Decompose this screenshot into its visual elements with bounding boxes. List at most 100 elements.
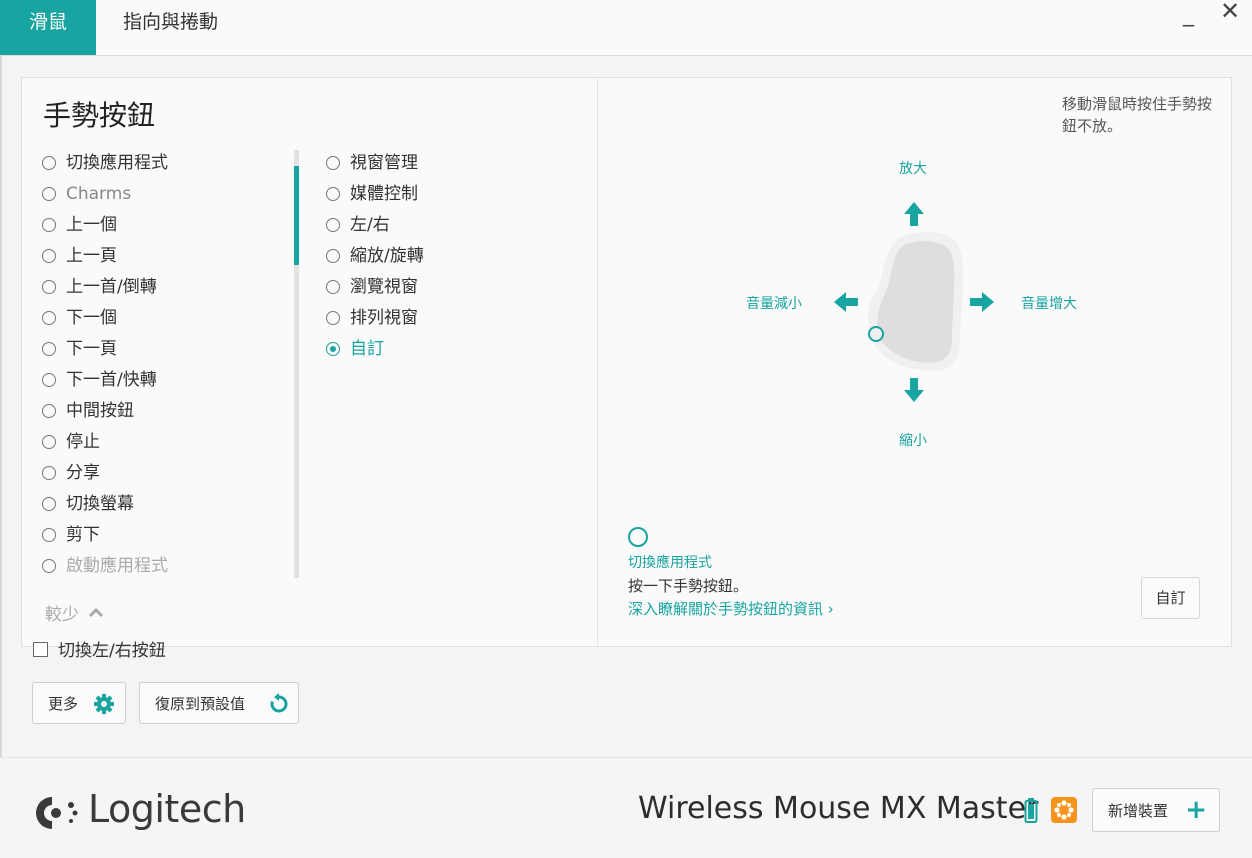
option-previous-page[interactable]: 上一頁: [42, 244, 117, 268]
option-label: 上一首/倒轉: [66, 277, 157, 297]
option-label: 左/右: [350, 215, 390, 235]
option-switch-apps[interactable]: 切換應用程式: [42, 151, 168, 175]
more-button[interactable]: 更多: [32, 682, 126, 724]
option-label: 剪下: [66, 525, 100, 545]
learn-more-link[interactable]: 深入瞭解關於手勢按鈕的資訊 ›: [628, 598, 834, 619]
left-option-list: 切換應用程式 Charms 上一個 上一頁 上一首/倒轉 下一個 下一頁 下一首…: [42, 150, 292, 576]
arrow-down-icon: [904, 378, 924, 402]
option-window-management[interactable]: 視窗管理: [326, 151, 418, 175]
brand-name: Logitech: [88, 787, 246, 831]
option-left-right[interactable]: 左/右: [326, 213, 390, 237]
arrow-up-icon: [904, 202, 924, 226]
radio-icon: [326, 187, 340, 201]
option-launch-app[interactable]: 啟動應用程式: [42, 554, 168, 576]
customize-button[interactable]: 自訂: [1141, 577, 1200, 619]
option-label: 切換螢幕: [66, 494, 134, 514]
more-label: 更多: [48, 695, 79, 713]
option-stop[interactable]: 停止: [42, 430, 100, 454]
option-previous-track[interactable]: 上一首/倒轉: [42, 275, 157, 299]
gesture-left-label: 音量減小: [746, 296, 802, 312]
option-middle-button[interactable]: 中間按鈕: [42, 399, 134, 423]
arrow-left-icon: [834, 292, 858, 312]
fewer-label: 較少: [45, 605, 79, 625]
option-next-page[interactable]: 下一頁: [42, 337, 117, 361]
option-label: 排列視窗: [350, 308, 418, 328]
gesture-down-label: 縮小: [899, 433, 927, 449]
radio-selected-icon: [326, 342, 340, 356]
radio-icon: [326, 280, 340, 294]
radio-icon: [326, 311, 340, 325]
option-label: 啟動應用程式: [66, 556, 168, 576]
option-cut[interactable]: 剪下: [42, 523, 100, 547]
option-charms[interactable]: Charms: [42, 182, 131, 206]
tab-pointing-scrolling[interactable]: 指向與捲動: [123, 0, 218, 55]
option-previous[interactable]: 上一個: [42, 213, 117, 237]
radio-icon: [42, 435, 56, 449]
option-label: 視窗管理: [350, 153, 418, 173]
gesture-right-label: 音量增大: [1021, 296, 1077, 312]
option-next[interactable]: 下一個: [42, 306, 117, 330]
gear-icon: [94, 694, 114, 714]
option-label: 瀏覽視窗: [350, 277, 418, 297]
option-label: 分享: [66, 463, 100, 483]
option-label: 中間按鈕: [66, 401, 134, 421]
radio-icon: [326, 156, 340, 170]
swap-buttons-label: 切換左/右按鈕: [58, 641, 166, 658]
option-custom[interactable]: 自訂: [326, 337, 384, 361]
radio-icon: [42, 528, 56, 542]
option-label: 縮放/旋轉: [350, 246, 424, 266]
option-arrange-windows[interactable]: 排列視窗: [326, 306, 418, 330]
radio-icon: [326, 218, 340, 232]
mouse-outline-icon: [868, 231, 964, 371]
radio-icon: [42, 280, 56, 294]
arrow-right-icon: [970, 292, 994, 312]
checkbox[interactable]: [33, 642, 48, 657]
option-browse-windows[interactable]: 瀏覽視窗: [326, 275, 418, 299]
gesture-button-icon: [868, 326, 884, 342]
device-name: Wireless Mouse MX Master: [638, 791, 1039, 826]
option-label: 上一頁: [66, 246, 117, 266]
radio-icon: [42, 311, 56, 325]
reset-defaults-button[interactable]: 復原到預設值: [139, 682, 299, 724]
close-button[interactable]: ✕: [1220, 0, 1240, 25]
radio-icon: [42, 249, 56, 263]
radio-icon: [42, 559, 56, 573]
scrollbar-thumb[interactable]: [294, 166, 299, 265]
radio-icon: [42, 187, 56, 201]
tab-mouse[interactable]: 滑鼠: [0, 0, 96, 55]
add-device-label: 新增裝置: [1108, 802, 1169, 820]
radio-icon: [42, 404, 56, 418]
radio-icon: [42, 342, 56, 356]
show-fewer-toggle[interactable]: 較少: [45, 600, 104, 625]
option-media-control[interactable]: 媒體控制: [326, 182, 418, 206]
card-divider: [597, 78, 598, 646]
tab-bar: 滑鼠 指向與捲動 _ ✕: [0, 0, 1252, 56]
radio-icon: [42, 218, 56, 232]
option-label: 上一個: [66, 215, 117, 235]
option-share[interactable]: 分享: [42, 461, 100, 485]
option-zoom-rotate[interactable]: 縮放/旋轉: [326, 244, 424, 268]
radio-icon: [42, 156, 56, 170]
option-label: 切換應用程式: [66, 153, 168, 173]
add-device-button[interactable]: 新增裝置 +: [1092, 788, 1220, 832]
option-label: Charms: [66, 184, 132, 204]
right-option-list: 視窗管理 媒體控制 左/右 縮放/旋轉 瀏覽視窗 排列視窗 自訂: [326, 151, 586, 381]
radio-icon: [326, 249, 340, 263]
swap-buttons-option[interactable]: 切換左/右按鈕: [33, 636, 166, 658]
option-next-track[interactable]: 下一首/快轉: [42, 368, 157, 392]
option-label: 下一頁: [66, 339, 117, 359]
plus-icon: +: [1185, 795, 1207, 825]
gesture-hint: 移動滑鼠時按住手勢按鈕不放。: [1062, 95, 1213, 135]
window-edge: [0, 56, 2, 856]
radio-icon: [42, 373, 56, 387]
option-label: 停止: [66, 432, 100, 452]
option-switch-screen[interactable]: 切換螢幕: [42, 492, 134, 516]
option-label: 媒體控制: [350, 184, 418, 204]
panel-title: 手勢按鈕: [43, 99, 156, 132]
option-label: 自訂: [350, 339, 384, 359]
click-action-name: 切換應用程式: [628, 555, 712, 571]
battery-icon: [1024, 798, 1038, 823]
minimize-button[interactable]: _: [1183, 2, 1194, 27]
reset-label: 復原到預設值: [155, 695, 246, 713]
option-label: 下一首/快轉: [66, 370, 157, 390]
